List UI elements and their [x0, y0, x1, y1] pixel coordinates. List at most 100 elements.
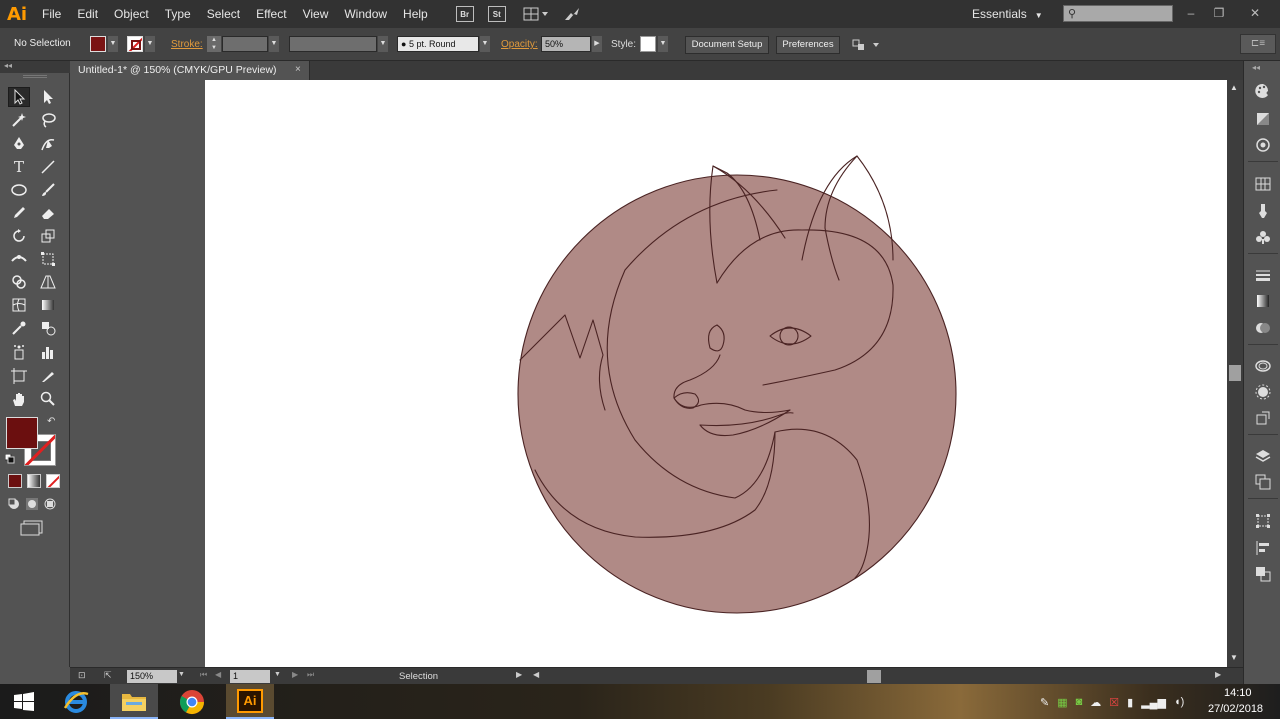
bridge-button[interactable]: Br: [455, 6, 474, 22]
gradient-tool-icon[interactable]: [37, 295, 59, 315]
stroke-panel-icon[interactable]: [1253, 266, 1273, 284]
stroke-weight-dropdown[interactable]: ▼: [269, 36, 279, 52]
stock-button[interactable]: St: [487, 6, 506, 22]
menu-type[interactable]: Type: [157, 0, 199, 28]
system-tray[interactable]: ✎ ▦ ◙ ☁ ☒ ▮ ▂▄▆ ◖): [1040, 692, 1200, 712]
scroll-up-icon[interactable]: ▲: [1230, 83, 1238, 92]
menu-window[interactable]: Window: [336, 0, 395, 28]
style-dropdown[interactable]: ▼: [658, 36, 668, 52]
default-colors-icon[interactable]: [4, 453, 15, 464]
arrange-documents-icon[interactable]: [523, 6, 549, 22]
line-segment-tool-icon[interactable]: [37, 157, 59, 177]
fill-color-swatch[interactable]: [6, 417, 38, 449]
eyedropper-tool-icon[interactable]: [8, 318, 30, 338]
artboard-dropdown-arrow[interactable]: ▼: [274, 671, 281, 678]
panel-grip[interactable]: [23, 75, 47, 78]
zoom-level-field[interactable]: 150%: [127, 670, 177, 683]
next-artboard-icon[interactable]: ▶: [292, 670, 298, 679]
type-tool-icon[interactable]: T: [8, 157, 30, 177]
artboard-tool-icon[interactable]: [8, 366, 30, 386]
expand-panels-icon[interactable]: ◂◂: [1252, 63, 1260, 72]
scroll-right-icon[interactable]: ▶: [1215, 670, 1221, 679]
close-window-button[interactable]: ✕: [1244, 4, 1266, 22]
align-icon[interactable]: [1253, 539, 1273, 557]
menu-view[interactable]: View: [295, 0, 337, 28]
appearance-icon[interactable]: [1253, 357, 1273, 375]
eraser-tool-icon[interactable]: [37, 203, 59, 223]
menu-file[interactable]: File: [34, 0, 69, 28]
none-mode-icon[interactable]: [46, 474, 60, 488]
battery-icon[interactable]: ▮: [1127, 696, 1133, 709]
menu-select[interactable]: Select: [199, 0, 248, 28]
current-tool-status[interactable]: Selection: [399, 671, 438, 682]
color-guide-icon[interactable]: [1253, 110, 1273, 128]
libraries-icon[interactable]: [1253, 136, 1273, 154]
prev-artboard-icon[interactable]: ◀: [215, 670, 221, 679]
fill-dropdown-arrow[interactable]: ▼: [108, 36, 118, 52]
first-artboard-icon[interactable]: ⏮: [200, 670, 207, 680]
asset-export-icon[interactable]: [1253, 409, 1273, 427]
magic-wand-tool-icon[interactable]: [8, 110, 30, 130]
volume-icon[interactable]: ◖): [1174, 696, 1184, 708]
search-input[interactable]: ⚲: [1063, 5, 1173, 22]
pathfinder-icon[interactable]: [1253, 565, 1273, 583]
document-tab[interactable]: Untitled-1* @ 150% (CMYK/GPU Preview) ×: [70, 61, 310, 80]
rotate-tool-icon[interactable]: [8, 226, 30, 246]
blend-tool-icon[interactable]: [37, 318, 59, 338]
pen-tool-icon[interactable]: [8, 134, 30, 154]
menu-object[interactable]: Object: [106, 0, 157, 28]
curvature-tool-icon[interactable]: [37, 134, 59, 154]
free-transform-tool-icon[interactable]: [37, 249, 59, 269]
variable-width-profile[interactable]: [289, 36, 377, 52]
fox-artwork[interactable]: [205, 80, 1227, 667]
nvidia-tray-icon[interactable]: ◙: [1076, 696, 1083, 708]
status-menu-arrow[interactable]: ▶: [516, 670, 522, 679]
panel-options-icon[interactable]: ⊏≡: [1240, 34, 1276, 54]
brush-definition[interactable]: ● 5 pt. Round: [397, 36, 479, 52]
color-panel-icon[interactable]: [1253, 82, 1273, 100]
illustrator-taskbar-button[interactable]: Ai: [226, 684, 274, 719]
arrange-icon[interactable]: [852, 37, 882, 53]
app-tray-icon[interactable]: ▦: [1057, 696, 1067, 709]
hand-tool-icon[interactable]: [8, 389, 30, 409]
selection-tool-icon[interactable]: [8, 87, 30, 107]
ellipse-tool-icon[interactable]: [8, 180, 30, 200]
zoom-tool-icon[interactable]: [37, 389, 59, 409]
perspective-grid-tool-icon[interactable]: [37, 272, 59, 292]
vertical-scroll-thumb[interactable]: [1229, 365, 1241, 381]
panel-collapse-icon[interactable]: ◂◂: [0, 61, 70, 73]
last-artboard-icon[interactable]: ⏭: [307, 670, 314, 680]
direct-selection-tool-icon[interactable]: [37, 87, 59, 107]
network-icon[interactable]: ▂▄▆: [1141, 696, 1166, 709]
column-graph-tool-icon[interactable]: [37, 342, 59, 362]
canvas-area[interactable]: [70, 80, 1227, 667]
menu-edit[interactable]: Edit: [69, 0, 106, 28]
preferences-button[interactable]: Preferences: [776, 36, 840, 54]
graphic-style-swatch[interactable]: [640, 36, 656, 52]
screen-mode-icon[interactable]: [20, 520, 44, 536]
stroke-weight-field[interactable]: [222, 36, 268, 52]
paintbrush-tool-icon[interactable]: [37, 180, 59, 200]
layers-icon[interactable]: [1253, 447, 1273, 465]
artboards-icon[interactable]: [1253, 473, 1273, 491]
symbols-icon[interactable]: [1253, 228, 1273, 246]
stroke-weight-stepper[interactable]: ▲ ▼: [207, 36, 221, 52]
brushes-icon[interactable]: [1253, 202, 1273, 220]
scroll-down-icon[interactable]: ▼: [1230, 653, 1238, 662]
gpu-status-icon[interactable]: ⊡: [78, 670, 92, 682]
graphic-styles-icon[interactable]: [1253, 383, 1273, 401]
mesh-tool-icon[interactable]: [8, 295, 30, 315]
stroke-swatch[interactable]: [127, 36, 143, 52]
fox-body-circle[interactable]: [517, 174, 957, 614]
swap-colors-icon[interactable]: ↶: [47, 416, 55, 427]
draw-mode-icon[interactable]: [7, 497, 57, 513]
color-mode-icon[interactable]: [8, 474, 22, 488]
stroke-label[interactable]: Stroke:: [171, 39, 203, 50]
zoom-dropdown-arrow[interactable]: ▼: [178, 671, 185, 678]
opacity-field[interactable]: 50%: [541, 36, 591, 52]
width-tool-icon[interactable]: [8, 249, 30, 269]
transform-icon[interactable]: [1253, 512, 1273, 530]
opacity-slider-arrow[interactable]: ▶: [592, 36, 602, 52]
share-icon[interactable]: ⇱: [104, 670, 118, 682]
stroke-dropdown-arrow[interactable]: ▼: [145, 36, 155, 52]
